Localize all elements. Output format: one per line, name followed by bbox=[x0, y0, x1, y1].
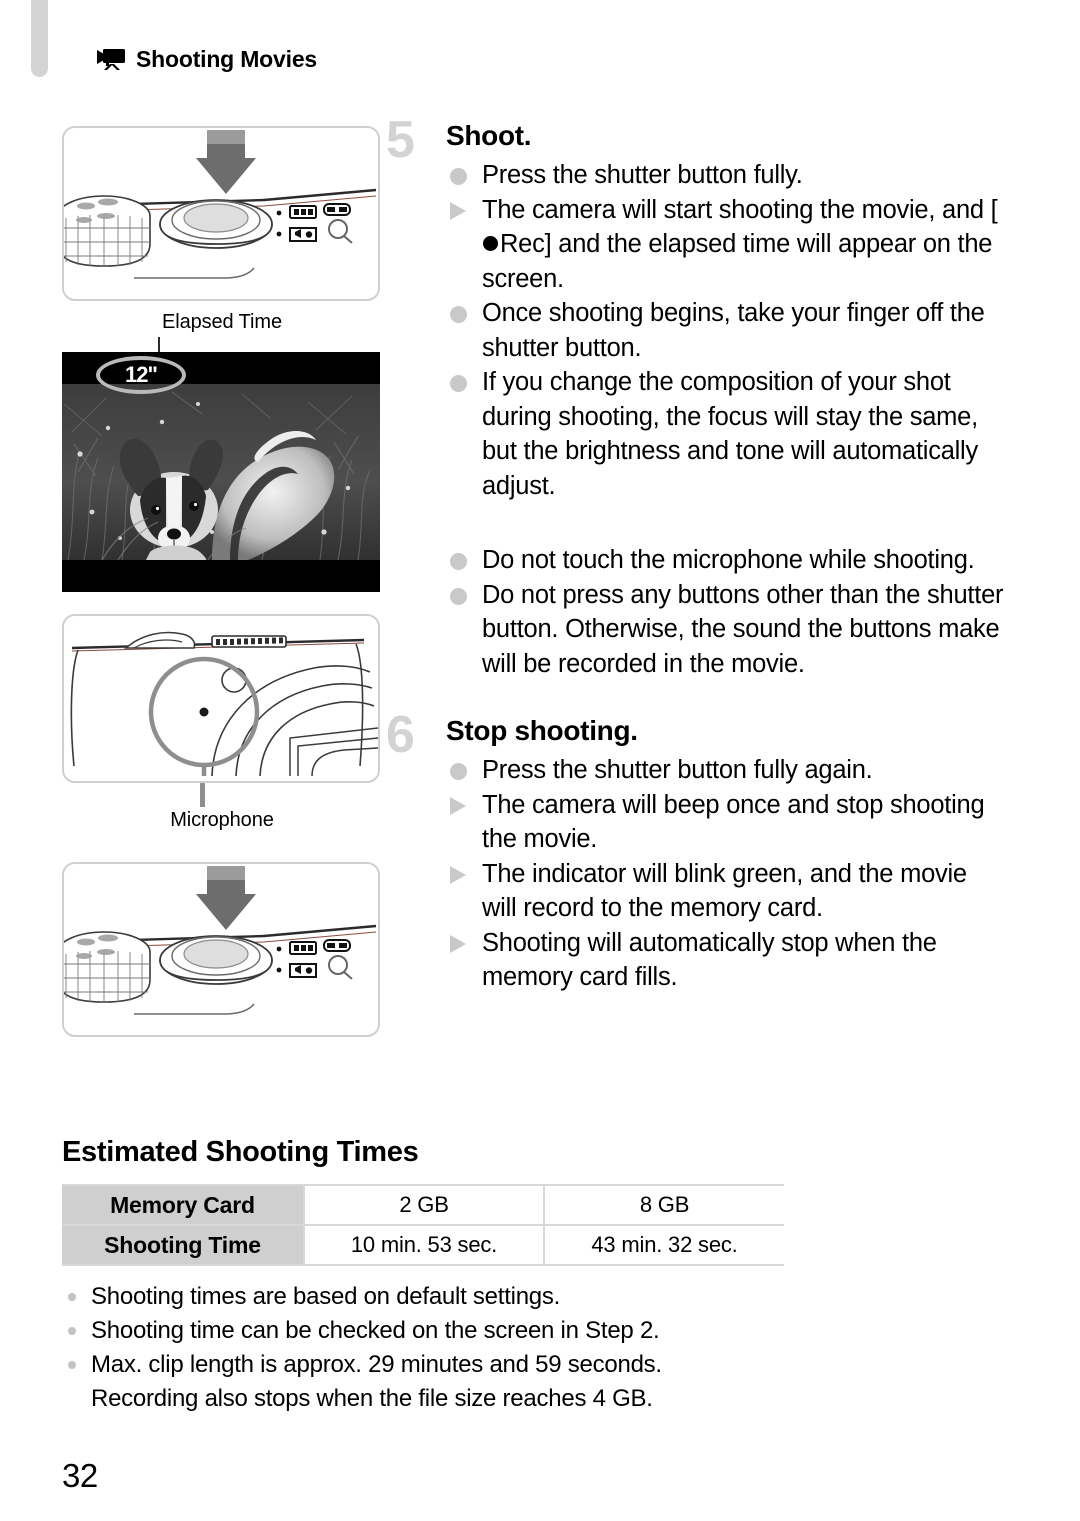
list-item: Max. clip length is approx. 29 minutes a… bbox=[62, 1348, 1002, 1382]
figure-shutter-press-bottom bbox=[62, 862, 380, 1037]
microphone-notes-list: Do not touch the microphone while shooti… bbox=[446, 543, 1006, 681]
list-item: Shooting time can be checked on the scre… bbox=[62, 1314, 1002, 1348]
step-5-number: 5 bbox=[386, 111, 415, 169]
page-number: 32 bbox=[62, 1457, 98, 1494]
figure-lcd-screen: 12" bbox=[62, 352, 380, 592]
list-item-continuation: Recording also stops when the file size … bbox=[91, 1385, 653, 1412]
figure-shutter-press-top bbox=[62, 126, 380, 301]
shooting-times-table: Memory Card 2 GB 8 GB Shooting Time 10 m… bbox=[62, 1184, 784, 1266]
step-6: 6 Stop shooting. Press the shutter butto… bbox=[386, 709, 1006, 995]
list-item: The camera will start shooting the movie… bbox=[446, 193, 1006, 297]
table-cell: 10 min. 53 sec. bbox=[303, 1225, 544, 1266]
list-item-text-post: Rec] and the elapsed time will appear on… bbox=[482, 230, 993, 293]
table-row: Shooting Time 10 min. 53 sec. 43 min. 32… bbox=[62, 1225, 784, 1266]
list-item-text-pre: The camera will start shooting the movie… bbox=[482, 195, 998, 224]
step-5: 5 Shoot. Press the shutter button fully.… bbox=[386, 114, 1006, 503]
table-row-header: Memory Card bbox=[62, 1184, 304, 1226]
page-header-title: Shooting Movies bbox=[136, 46, 318, 72]
list-item: The camera will beep once and stop shoot… bbox=[446, 788, 1006, 857]
table-footnotes-list: Shooting times are based on default sett… bbox=[62, 1280, 1002, 1416]
list-item: Shooting times are based on default sett… bbox=[62, 1280, 1002, 1314]
figure-caption-microphone: Microphone bbox=[170, 809, 274, 831]
list-item: Press the shutter button fully again. bbox=[446, 753, 1006, 788]
estimated-shooting-times-section: Estimated Shooting Times Memory Card 2 G… bbox=[62, 1136, 1002, 1416]
list-item: Do not touch the microphone while shooti… bbox=[446, 543, 1006, 578]
step-6-bullet-list: Press the shutter button fully again. Th… bbox=[446, 753, 1006, 995]
rec-indicator-icon bbox=[483, 236, 498, 251]
list-item: Do not press any buttons other than the … bbox=[446, 578, 1006, 682]
instruction-column: 5 Shoot. Press the shutter button fully.… bbox=[386, 114, 1006, 997]
table-cell: 43 min. 32 sec. bbox=[543, 1225, 784, 1266]
binding-tab-marker bbox=[31, 0, 48, 77]
table-cell: 8 GB bbox=[543, 1184, 784, 1226]
table-cell: 2 GB bbox=[303, 1184, 544, 1226]
elapsed-time-value: 12" bbox=[125, 362, 158, 387]
list-item: Press the shutter button fully. bbox=[446, 158, 1006, 193]
photo-dog-in-grass bbox=[62, 384, 380, 560]
table-row: Memory Card 2 GB 8 GB bbox=[62, 1184, 784, 1226]
list-item: Shooting will automatically stop when th… bbox=[446, 926, 1006, 995]
page-header: Shooting Movies bbox=[97, 46, 317, 73]
step-6-number: 6 bbox=[386, 706, 415, 764]
movie-camera-icon bbox=[97, 48, 127, 72]
list-item: Once shooting begins, take your finger o… bbox=[446, 296, 1006, 365]
figure-microphone-location bbox=[62, 614, 380, 783]
list-item: The indicator will blink green, and the … bbox=[446, 857, 1006, 926]
section-title: Estimated Shooting Times bbox=[62, 1136, 419, 1168]
step-6-title: Stop shooting. bbox=[446, 715, 638, 746]
table-row-header: Shooting Time bbox=[62, 1225, 304, 1266]
figure-caption-elapsed-time: Elapsed Time bbox=[162, 311, 282, 333]
leader-line-microphone bbox=[200, 783, 205, 807]
step-5-bullet-list: Press the shutter button fully. The came… bbox=[446, 158, 1006, 503]
figure-column: Elapsed Time 12" Microphone bbox=[62, 126, 382, 1037]
list-item: If you change the composition of your sh… bbox=[446, 365, 1006, 503]
step-5-title: Shoot. bbox=[446, 120, 532, 151]
